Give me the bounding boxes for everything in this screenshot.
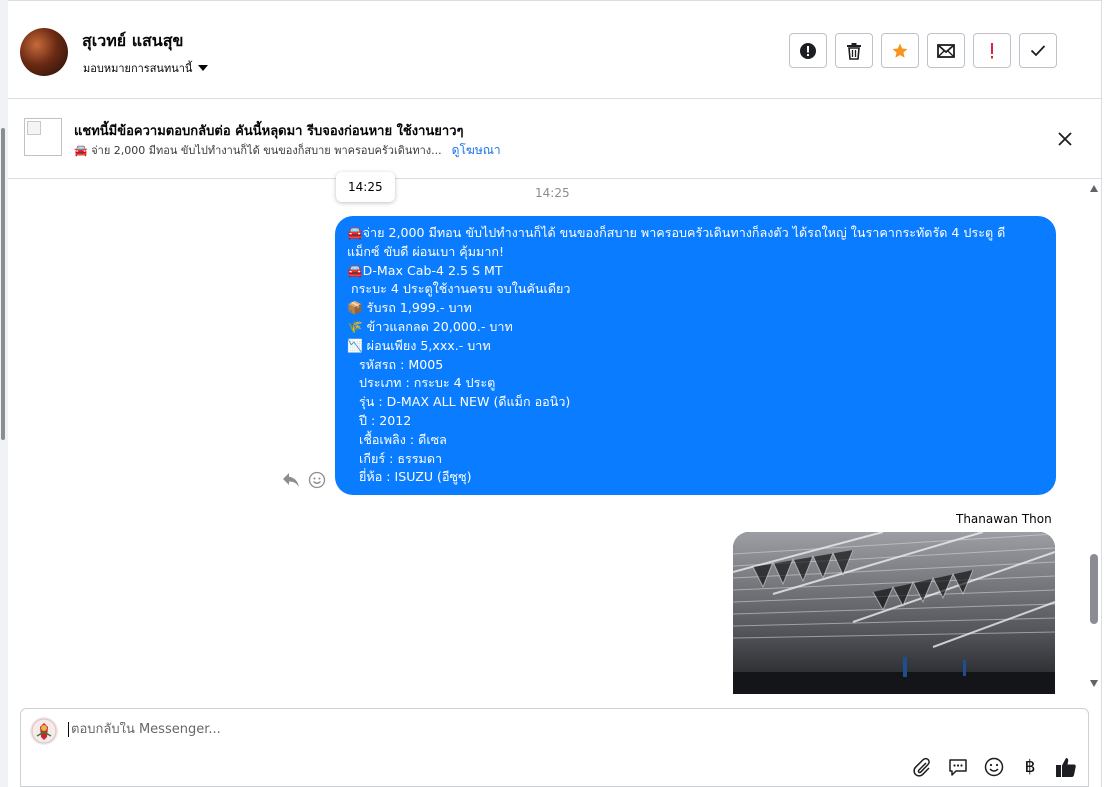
mark-done-button[interactable] [1019, 33, 1057, 68]
message-line: 🚘D-Max Cab-4 2.5 S MT [347, 262, 503, 278]
message-bubble[interactable]: 🚘จ่าย 2,000 มีทอน ขับไปทำงานก็ได้ ขนของก… [335, 216, 1056, 495]
checkmark-icon [1030, 45, 1046, 57]
message-photo[interactable] [733, 532, 1055, 694]
mark-spam-button[interactable] [789, 33, 827, 68]
message-line: ยี่ห้อ : ISUZU (อีซูซุ) [347, 469, 472, 485]
react-emoji-icon[interactable] [308, 471, 326, 489]
star-button[interactable] [881, 33, 919, 68]
flag-important-button[interactable] [973, 33, 1011, 68]
message-line: ปี : 2012 [347, 412, 412, 428]
message-line: 🚘จ่าย 2,000 มีทอน ขับไปทำงานก็ได้ ขนของก… [347, 225, 1006, 240]
scroll-down-arrow-icon[interactable] [1090, 680, 1098, 687]
assign-conversation-dropdown[interactable]: มอบหมายการสนทนานี้ [83, 59, 209, 77]
envelope-icon [937, 43, 955, 58]
message-line: รหัสรถ : M005 [347, 356, 444, 372]
close-icon [1058, 132, 1072, 146]
caret-down-icon [198, 65, 209, 71]
saved-reply-icon [949, 759, 967, 776]
close-ad-button[interactable] [1054, 128, 1076, 150]
message-line: เกียร์ : ธรรมดา [347, 450, 443, 466]
contact-name[interactable]: สุเวทย์ แสนสุข [82, 29, 183, 54]
message-line: แม็กซ์ ขับดี ผ่อนเบา คุ้มมาก! [347, 243, 505, 259]
header-actions [789, 33, 1057, 68]
mark-unread-button[interactable] [927, 33, 965, 68]
trash-icon [847, 42, 861, 60]
ad-banner: แชทนี้มีข้อความตอบกลับต่อ คันนี้หลุดมา ร… [8, 98, 1101, 179]
left-scrollbar-thumb[interactable] [1, 128, 5, 440]
message-line: 🌾 ข้าวแลกลด 20,000.- บาท [347, 318, 513, 334]
warehouse-roof-image [733, 532, 1055, 694]
time-tooltip: 14:25 [336, 172, 395, 202]
ad-title: แชทนี้มีข้อความตอบกลับต่อ คันนี้หลุดมา ร… [74, 124, 464, 139]
paperclip-icon [913, 757, 930, 777]
ad-subtitle-row: 🚘 จ่าย 2,000 มีทอน ขับไปทำงานก็ได้ ขนของ… [74, 141, 501, 160]
scroll-up-arrow-icon[interactable] [1090, 185, 1098, 192]
message-line: เชื้อเพลิง : ดีเซล [347, 431, 447, 447]
composer-tools: ฿ [911, 756, 1077, 778]
message-timestamp: 14:25 [535, 186, 570, 200]
exclamation-icon [991, 42, 993, 58]
page-logo-icon [31, 718, 57, 744]
message-line: รุ่น : D-MAX ALL NEW (ดีแม็ก ออนิว) [347, 394, 571, 410]
page-avatar [30, 717, 58, 745]
alert-circle-icon [800, 42, 816, 59]
message-hover-tools [282, 471, 326, 489]
scrollbar-thumb[interactable] [1090, 554, 1098, 624]
thumbs-up-icon [1056, 758, 1076, 777]
reply-input[interactable] [68, 722, 1051, 737]
message-line: 📦 รับรถ 1,999.- บาท [347, 300, 472, 316]
ad-subtitle: 🚘 จ่าย 2,000 มีทอน ขับไปทำงานก็ได้ ขนของ… [74, 144, 442, 157]
message-line: กระบะ 4 ประตูใช้งานครบ จบในคันเดียว [347, 281, 571, 297]
star-icon [892, 43, 908, 58]
delete-button[interactable] [835, 33, 873, 68]
attach-button[interactable] [911, 756, 933, 778]
reply-icon[interactable] [282, 472, 300, 488]
assign-label: มอบหมายการสนทนานี้ [83, 62, 193, 75]
emoji-button[interactable] [983, 756, 1005, 778]
reply-composer: ฿ [20, 708, 1089, 787]
view-ad-link[interactable]: ดูโฆษณา [452, 141, 501, 160]
saved-reply-button[interactable] [947, 756, 969, 778]
ad-thumbnail-image[interactable] [24, 118, 62, 156]
payment-button[interactable]: ฿ [1019, 756, 1041, 778]
emoji-icon [984, 757, 1004, 777]
message-line: 📉 ผ่อนเพียง 5,xxx.- บาท [347, 337, 491, 353]
conversation-header: สุเวทย์ แสนสุข มอบหมายการสนทนานี้ [8, 0, 1101, 99]
conversation-scrollbar[interactable] [1087, 180, 1101, 692]
contact-avatar[interactable] [20, 28, 68, 76]
sender-name: Thanawan Thon [956, 512, 1052, 526]
like-button[interactable] [1055, 756, 1077, 778]
conversation-panel: สุเวทย์ แสนสุข มอบหมายการสนทนานี้ แชทนี้… [8, 0, 1102, 787]
message-line: ประเภท : กระบะ 4 ประตู [347, 375, 496, 391]
